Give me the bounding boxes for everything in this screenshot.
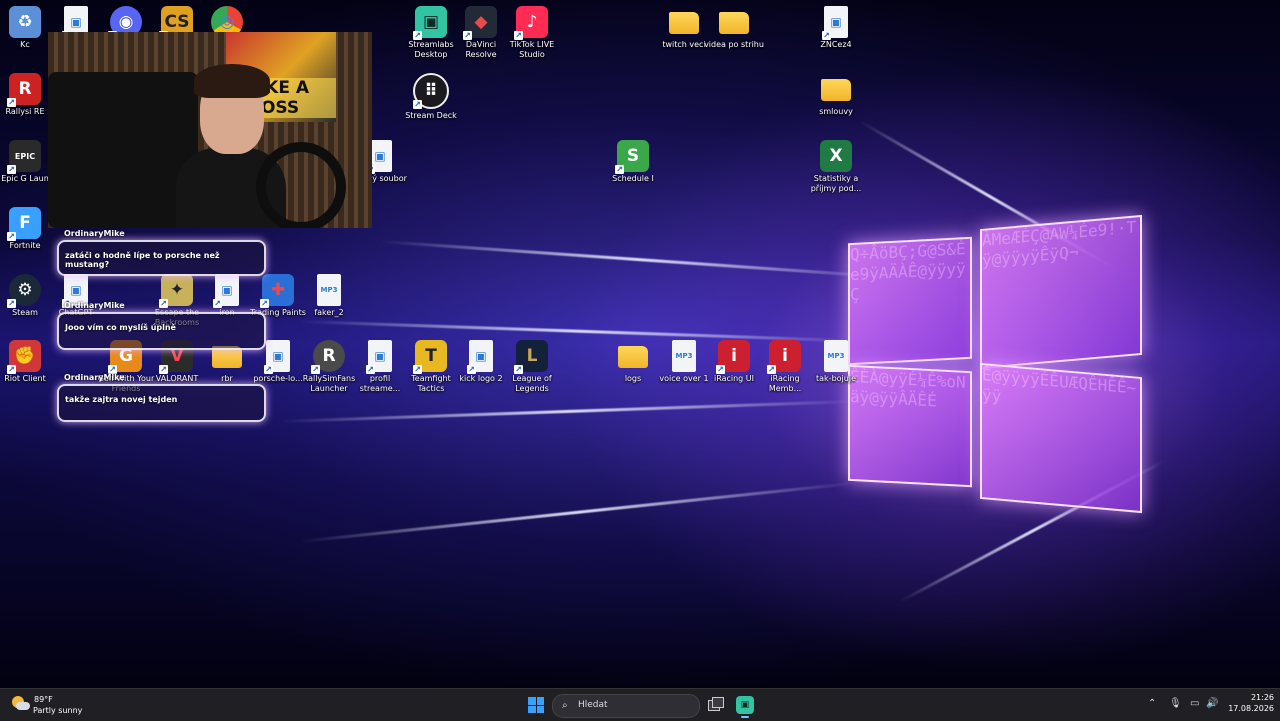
- webcam-overlay: LIKE A BOSS: [48, 32, 372, 228]
- steam-icon[interactable]: ⚙Steam: [0, 274, 56, 318]
- microphone-icon[interactable]: 🎙: [1169, 698, 1182, 709]
- steering-wheel: [256, 142, 346, 228]
- tiktok-live-icon[interactable]: ♪TikTok LIVE Studio: [501, 6, 563, 60]
- mp3-file-icon[interactable]: MP3 tak-bojuje: [805, 340, 867, 384]
- windows-logo-pane: Ê@ÿÿyÿÉÊUÆQÊHÊÊ~ÿÿ: [980, 362, 1142, 514]
- folder-icon[interactable]: videa po strihu: [703, 6, 765, 50]
- search-icon: ⌕: [562, 700, 568, 711]
- excel-file-icon[interactable]: X Statistiky a příjmy pod...: [805, 140, 867, 194]
- partly-sunny-icon: [12, 696, 30, 712]
- streamer: [146, 62, 346, 228]
- chat-text: takže zajtra novej tejden: [65, 395, 178, 404]
- wallpaper-ray: [379, 240, 899, 280]
- chat-message: OrdinaryMike zatáči o hodně lípe to pors…: [57, 229, 266, 276]
- start-button[interactable]: [528, 697, 544, 713]
- riot-client-icon[interactable]: ✊Riot Client: [0, 340, 56, 384]
- search-box[interactable]: ⌕ Hledat: [552, 694, 700, 718]
- weather-desc: Partly sunny: [33, 706, 83, 715]
- chat-username: OrdinaryMike: [64, 229, 125, 238]
- display-icon[interactable]: ▭: [1190, 698, 1199, 709]
- desktop[interactable]: Q÷ÂöBÇ;G@S&Ée9ÿAÄÀÊ@ÿÿyÿÇ ÀMeÆÉÇ@AW¼Ée9!…: [0, 0, 1280, 688]
- folder-icon[interactable]: smlouvy: [805, 73, 867, 117]
- search-placeholder: Hledat: [578, 700, 608, 710]
- chat-username: OrdinaryMike: [64, 373, 125, 382]
- task-view-button[interactable]: [708, 697, 724, 711]
- streamlabs-taskbar-icon[interactable]: ▣: [736, 696, 754, 718]
- chat-message: OrdinaryMike takže zajtra novej tejden: [57, 373, 266, 422]
- chat-text: Jooo vím co myslíš úplně: [65, 323, 176, 332]
- taskbar: 89°F Partly sunny ⌕ Hledat ▣ ⌃ 🎙 ▭ 🔊 21:…: [0, 688, 1280, 721]
- chevron-up-icon[interactable]: ⌃: [1148, 698, 1156, 709]
- chat-message: OrdinaryMike Jooo vím co myslíš úplně: [57, 301, 266, 350]
- clock-date: 17.08.2026: [1228, 704, 1274, 713]
- clock-time: 21:26: [1250, 693, 1274, 702]
- windows-logo-pane: ÀMeÆÉÇ@AW¼Ée9!·Tÿ@ÿÿyÿÊÿQ¬: [980, 214, 1142, 370]
- chat-username: OrdinaryMike: [64, 301, 125, 310]
- weather-temp: 89°F: [34, 695, 53, 704]
- desktop-file-icon[interactable]: ▣ZNCez4: [805, 6, 867, 50]
- schedule-i-icon[interactable]: SSchedule I: [602, 140, 664, 184]
- volume-icon[interactable]: 🔊: [1206, 698, 1218, 709]
- clock[interactable]: 21:26 17.08.2026: [1222, 693, 1274, 713]
- weather-widget[interactable]: 89°F Partly sunny: [0, 689, 110, 721]
- league-of-legends-icon[interactable]: LLeague of Legends: [501, 340, 563, 394]
- stream-deck-icon[interactable]: ⠿Stream Deck: [400, 73, 462, 121]
- wallpaper-ray: [299, 481, 858, 543]
- chat-text: zatáči o hodně lípe to porsche než musta…: [65, 251, 220, 269]
- wallpaper-ray: [279, 399, 860, 423]
- mp3-file-icon[interactable]: MP3 faker_2: [298, 274, 360, 318]
